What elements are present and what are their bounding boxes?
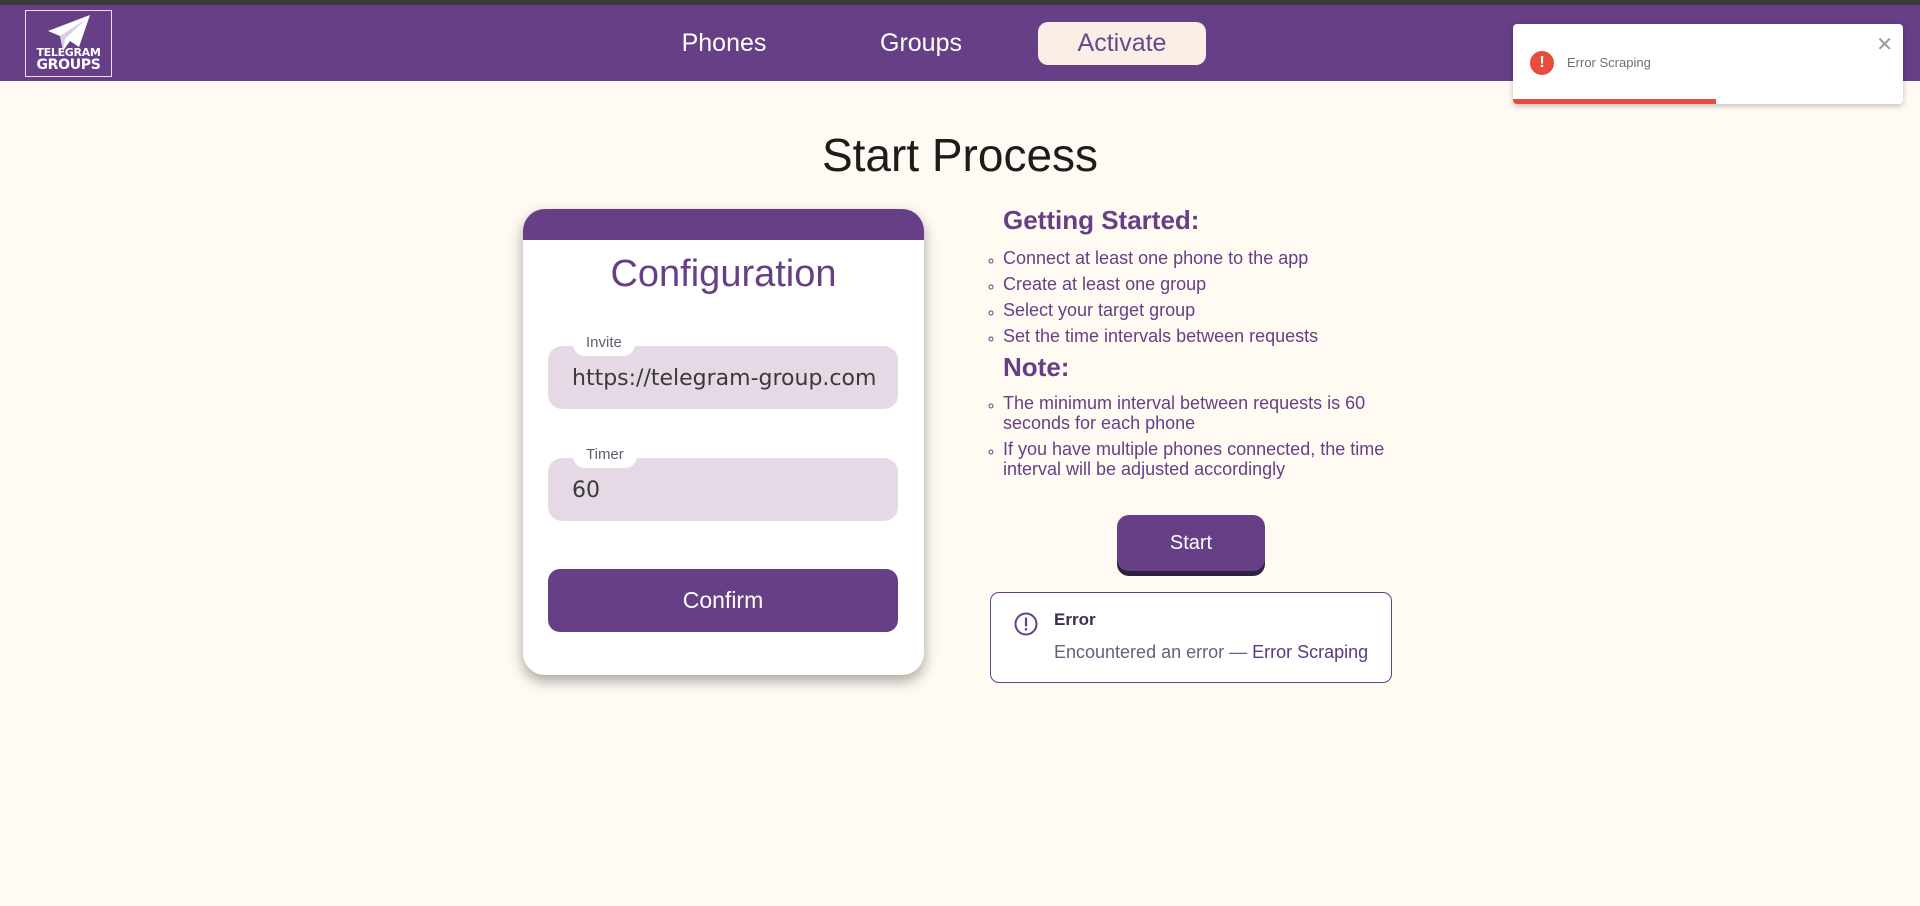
timer-field: Timer xyxy=(548,442,898,521)
exclamation-icon: ! xyxy=(1530,51,1554,75)
configuration-card: Configuration Invite Timer Confirm xyxy=(523,209,924,675)
getting-started-heading: Getting Started: xyxy=(1003,205,1200,235)
error-toast: ! Error Scraping ✕ xyxy=(1513,24,1903,104)
nav-groups[interactable]: Groups xyxy=(857,22,985,65)
note-list: The minimum interval between requests is… xyxy=(1003,393,1405,479)
error-title: Error xyxy=(1054,610,1096,629)
alert-circle-icon xyxy=(1014,612,1038,636)
error-message: Encountered an error — Error Scraping xyxy=(1054,642,1368,663)
error-message-detail: Error Scraping xyxy=(1252,642,1369,662)
toast-progress-bar xyxy=(1513,99,1716,104)
close-icon[interactable]: ✕ xyxy=(1876,32,1893,57)
logo[interactable]: TELEGRAM GROUPS xyxy=(25,10,112,77)
paper-plane-icon xyxy=(48,15,90,51)
list-item: Set the time intervals between requests xyxy=(1003,326,1405,346)
list-item: If you have multiple phones connected, t… xyxy=(1003,439,1405,479)
instructions-panel: Getting Started: Connect at least one ph… xyxy=(985,205,1405,485)
list-item: Connect at least one phone to the app xyxy=(1003,248,1405,268)
getting-started-list: Connect at least one phone to the app Cr… xyxy=(1003,248,1405,346)
confirm-button[interactable]: Confirm xyxy=(548,569,898,632)
configuration-title: Configuration xyxy=(610,253,837,295)
toast-message: Error Scraping xyxy=(1567,55,1651,70)
invite-label: Invite xyxy=(573,330,635,356)
start-button[interactable]: Start xyxy=(1117,515,1265,571)
list-item: Create at least one group xyxy=(1003,274,1405,294)
note-heading: Note: xyxy=(1003,352,1070,382)
page-title: Start Process xyxy=(821,129,1099,181)
nav-activate[interactable]: Activate xyxy=(1038,22,1206,65)
invite-input[interactable] xyxy=(572,362,876,394)
invite-field: Invite xyxy=(548,330,898,409)
error-message-prefix: Encountered an error — xyxy=(1054,642,1248,662)
logo-text-groups: GROUPS xyxy=(36,57,101,73)
timer-label: Timer xyxy=(573,442,637,468)
error-alert: Error Encountered an error — Error Scrap… xyxy=(990,592,1392,683)
list-item: Select your target group xyxy=(1003,300,1405,320)
timer-input[interactable] xyxy=(572,474,876,506)
card-header-bar xyxy=(523,209,924,240)
list-item: The minimum interval between requests is… xyxy=(1003,393,1405,433)
nav-phones[interactable]: Phones xyxy=(660,22,788,65)
